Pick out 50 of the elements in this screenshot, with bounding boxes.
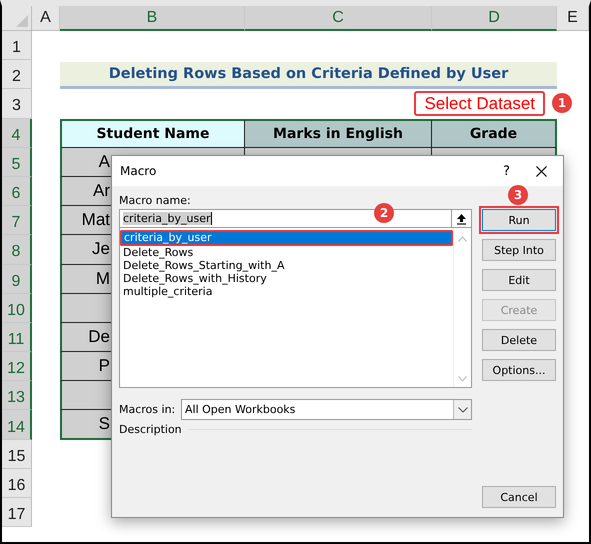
row-header[interactable]: 1 <box>2 31 32 60</box>
dialog-title: Macro <box>120 164 156 178</box>
field-value: criteria_by_user <box>123 212 211 225</box>
cancel-button[interactable]: Cancel <box>482 486 556 508</box>
row-header[interactable]: 12 <box>2 352 32 382</box>
row-header[interactable]: 5 <box>2 148 32 177</box>
row-header[interactable]: 10 <box>2 294 32 323</box>
row-header[interactable]: 6 <box>2 176 32 206</box>
callout-label: Select Dataset <box>414 91 545 116</box>
step-badge: 2 <box>374 203 394 223</box>
sheet-title: Deleting Rows Based on Criteria Defined by User <box>60 62 557 90</box>
row-header[interactable]: 4 <box>2 118 32 148</box>
step-badge: 3 <box>508 185 528 205</box>
row-header[interactable]: 14 <box>2 410 32 440</box>
row-header[interactable]: 17 <box>2 498 32 528</box>
row-header[interactable]: 13 <box>2 381 32 410</box>
dialog-button[interactable]: Edit <box>482 269 556 291</box>
select-all-icon[interactable] <box>16 15 28 27</box>
list-item[interactable]: criteria_by_user <box>120 230 453 246</box>
dialog-button[interactable]: Options... <box>482 359 556 381</box>
column-heading: Student Name <box>60 118 245 148</box>
row-header[interactable]: 8 <box>2 235 32 264</box>
column-heading: Grade <box>432 118 557 148</box>
column-heading: Marks in English <box>245 118 432 148</box>
chevron-up-icon[interactable] <box>458 236 467 242</box>
row-header[interactable]: 15 <box>2 440 32 469</box>
column-header[interactable]: A <box>32 6 60 31</box>
row-header[interactable]: 2 <box>2 60 32 90</box>
row-header[interactable]: 9 <box>2 264 32 294</box>
macros-in-dropdown[interactable]: All Open Workbooks <box>181 399 472 420</box>
section-label: Description <box>119 423 182 436</box>
field-label: Macro name: <box>119 194 191 207</box>
chevron-down-icon[interactable] <box>458 376 467 382</box>
dialog-button[interactable]: Step Into <box>482 239 556 261</box>
column-header[interactable]: D <box>432 6 557 31</box>
column-header[interactable]: B <box>60 6 245 31</box>
dialog-button[interactable]: Delete <box>482 329 556 351</box>
close-icon[interactable] <box>536 166 547 176</box>
row-header[interactable]: 11 <box>2 322 32 352</box>
row-header[interactable]: 7 <box>2 206 32 236</box>
upload-arrow-icon <box>456 212 467 224</box>
column-header[interactable]: E <box>557 6 589 31</box>
column-header[interactable]: C <box>245 6 432 31</box>
help-button[interactable]: ? <box>503 164 510 178</box>
upload-button[interactable] <box>452 209 472 228</box>
step-badge: 1 <box>552 93 572 113</box>
chevron-down-icon <box>458 406 468 412</box>
dialog-button[interactable]: Run <box>482 209 556 231</box>
row-header[interactable]: 3 <box>2 89 32 119</box>
row-header[interactable]: 16 <box>2 468 32 498</box>
